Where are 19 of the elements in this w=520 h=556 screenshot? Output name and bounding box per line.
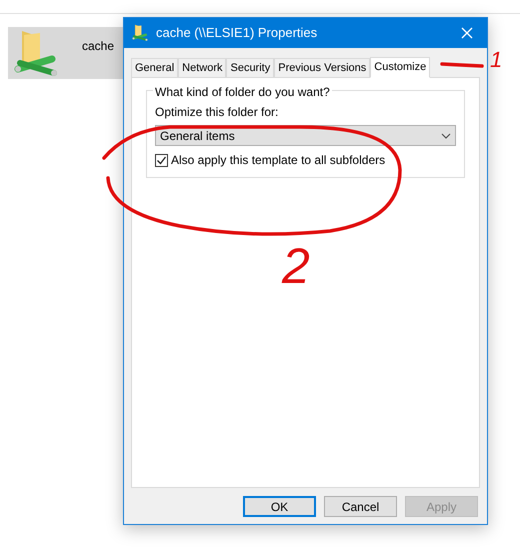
chevron-down-icon	[441, 132, 451, 138]
tab[interactable]: General	[131, 58, 178, 77]
tab[interactable]: Previous Versions	[274, 58, 370, 77]
window-title: cache (\\ELSIE1) Properties	[156, 24, 318, 42]
dialog-button[interactable]: OK	[243, 496, 316, 517]
network-folder-icon	[132, 24, 148, 42]
checkbox-label: Also apply this template to all subfolders	[171, 152, 386, 169]
tab[interactable]: Network	[178, 58, 226, 77]
template-checkbox[interactable]	[155, 154, 168, 166]
folder-name: cache	[82, 38, 114, 55]
annotation-underline	[440, 62, 484, 68]
network-folder-icon	[14, 29, 58, 79]
close-icon	[461, 27, 473, 39]
optimize-label: Optimize this folder for:	[155, 104, 280, 121]
dialog-button[interactable]: Cancel	[324, 496, 397, 517]
tab[interactable]: Security	[226, 58, 274, 77]
annotation-number: 1	[490, 48, 502, 72]
annotation-number: 2	[282, 240, 310, 292]
tab[interactable]: Customize	[370, 57, 430, 78]
